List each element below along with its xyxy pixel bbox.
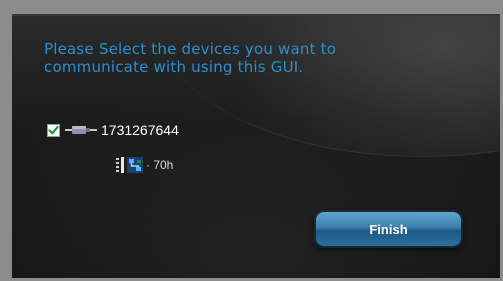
background-swoosh xyxy=(162,16,500,157)
device-checkbox[interactable] xyxy=(47,123,60,137)
device-status-row: · 70h xyxy=(116,156,173,174)
device-id: 1731267644 xyxy=(101,122,179,138)
network-icon xyxy=(127,157,143,173)
window-frame: Please Select the devices you want to co… xyxy=(0,0,503,281)
instruction-text: Please Select the devices you want to co… xyxy=(44,40,337,76)
checkmark-icon xyxy=(48,125,59,134)
usb-plug-icon xyxy=(65,126,97,134)
device-selection-panel: Please Select the devices you want to co… xyxy=(12,14,500,278)
finish-button[interactable]: Finish xyxy=(315,211,462,247)
device-status-text: · 70h xyxy=(146,158,174,172)
device-row[interactable]: 1731267644 xyxy=(47,120,179,140)
signal-strength-icon xyxy=(116,157,124,173)
